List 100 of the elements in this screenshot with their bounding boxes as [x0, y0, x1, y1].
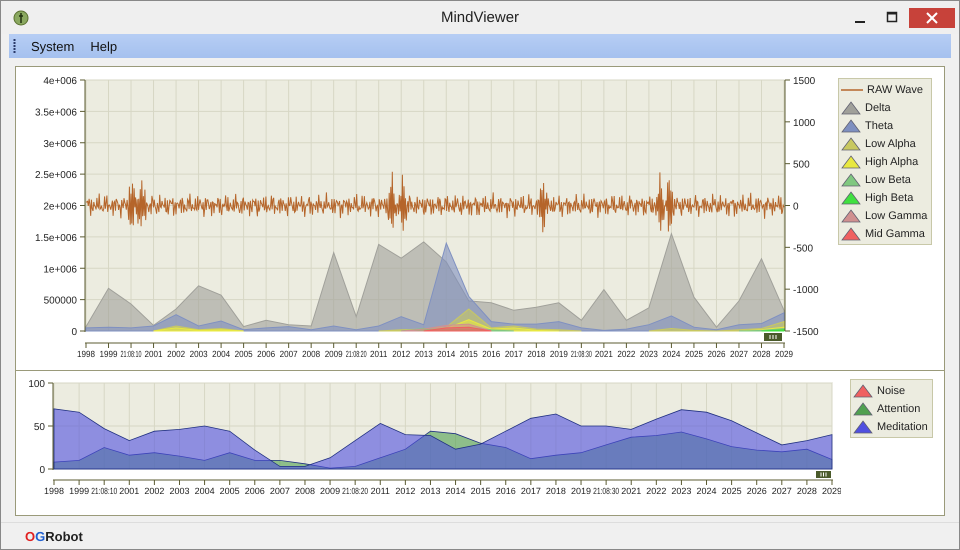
axis-label: 2019: [550, 348, 568, 360]
legend-label: Attention: [877, 403, 920, 415]
axis-label: 2012: [395, 486, 416, 496]
axis-label: 2021: [621, 486, 642, 496]
legend-label: Delta: [865, 102, 891, 114]
legend-label: RAW Wave: [867, 84, 924, 96]
axis-label: 4e+006: [43, 76, 77, 87]
legend-label: Low Alpha: [865, 138, 916, 150]
legend-label: High Alpha: [865, 156, 918, 168]
axis-label: 1e+006: [43, 264, 77, 276]
axis-label: 2011: [370, 348, 388, 360]
axis-label: 2019: [571, 486, 592, 496]
axis-label: 2028: [796, 486, 817, 496]
window-title: MindViewer: [440, 9, 520, 26]
axis-label: 2008: [302, 348, 320, 360]
legend-label: Low Beta: [865, 174, 911, 186]
legend-label: Meditation: [877, 421, 928, 433]
axis-label: 2027: [730, 348, 748, 360]
brand-logo: OGRobot: [25, 528, 83, 544]
axis-label: 2003: [190, 348, 208, 360]
axis-label: 1998: [77, 348, 95, 360]
axis-label: 2001: [119, 486, 140, 496]
axis-label: 2011: [370, 486, 390, 496]
axis-label: 2028: [752, 348, 770, 360]
axis-label: 2021: [594, 348, 613, 360]
axis-label: 2002: [167, 348, 186, 360]
axis-label: 2015: [460, 348, 478, 360]
axis-label: 2024: [696, 486, 717, 496]
menu-item[interactable]: Help: [89, 38, 118, 54]
close-icon[interactable]: [909, 8, 955, 28]
grip-icon: [13, 39, 16, 53]
axis-label: 2022: [646, 486, 666, 496]
axis-label: 2.5e+006: [35, 170, 77, 182]
axis-label: -1500: [793, 327, 819, 338]
axis-label: 2005: [234, 348, 253, 360]
axis-label: 2026: [707, 348, 726, 360]
axis-label: 1998: [44, 486, 64, 496]
axis-label: 2016: [482, 348, 500, 360]
axis-label: 1000: [793, 118, 816, 129]
axis-label: 2002: [144, 486, 164, 496]
axis-label: 50: [34, 422, 45, 433]
axis-label: 2029: [775, 348, 793, 360]
axis-label: 2022: [617, 348, 636, 360]
axis-label: 2018: [527, 348, 546, 360]
axis-label: 2012: [392, 348, 410, 360]
axis-label: 2007: [270, 486, 290, 496]
axis-label: 2013: [420, 486, 440, 496]
axis-label: 2009: [324, 348, 343, 360]
axis-label: 2023: [640, 348, 658, 360]
axis-label: 2014: [446, 486, 466, 496]
axis-label: 0: [71, 327, 77, 338]
scroll-thumb[interactable]: [764, 333, 782, 341]
axis-label: 2017: [520, 486, 541, 496]
axis-label: 2e+006: [43, 202, 77, 212]
axis-label: 21:08:20: [346, 348, 367, 360]
legend-label: Theta: [865, 120, 894, 132]
axis-label: 2001: [144, 348, 163, 360]
axis-label: 2025: [684, 348, 703, 360]
app-icon: [13, 10, 29, 26]
axis-label: 2004: [194, 486, 215, 496]
legend-label: Noise: [877, 385, 906, 397]
axis-label: 2018: [546, 486, 566, 496]
axis-label: 2015: [470, 486, 491, 496]
axis-label: 1999: [69, 486, 90, 496]
axis-label: 21:08:10: [120, 348, 142, 360]
axis-label: 2006: [257, 348, 276, 360]
axis-label: 2006: [244, 486, 265, 496]
axis-label: 0: [39, 465, 45, 476]
axis-label: 2023: [671, 486, 692, 496]
legend-label: High Beta: [865, 192, 914, 204]
axis-label: -1000: [793, 285, 819, 296]
scroll-thumb[interactable]: [816, 471, 831, 478]
axis-label: 1999: [100, 348, 118, 360]
axis-label: 2026: [746, 486, 767, 496]
legend-label: Mid Gamma: [865, 228, 925, 240]
axis-label: 2027: [772, 486, 792, 496]
axis-label: 500000: [44, 296, 77, 307]
axis-label: 2013: [414, 348, 433, 360]
axis-label: 500: [793, 160, 810, 171]
axis-label: 0: [793, 202, 799, 212]
axis-label: 2017: [504, 348, 523, 360]
axis-label: 1.5e+006: [35, 232, 77, 244]
axis-label: 3e+006: [43, 138, 77, 150]
axis-label: 2025: [722, 486, 742, 496]
legend-label: Low Gamma: [865, 210, 928, 222]
axis-label: 2005: [220, 486, 240, 496]
axis-label: 21:08:30: [570, 348, 592, 360]
axis-label: 2014: [437, 348, 456, 360]
axis-label: 2009: [320, 486, 340, 496]
axis-label: 2004: [212, 348, 230, 360]
axis-label: 2007: [280, 348, 298, 360]
axis-label: 2024: [662, 348, 680, 360]
axis-label: 2016: [496, 486, 516, 496]
axis-label: 2003: [169, 486, 190, 496]
axis-label: -500: [793, 243, 814, 254]
axis-label: 2008: [294, 486, 315, 496]
axis-label: 100: [28, 379, 45, 390]
menu-item[interactable]: System: [30, 38, 76, 54]
axis-label: 1500: [793, 76, 816, 87]
axis-label: 3.5e+006: [35, 107, 77, 118]
